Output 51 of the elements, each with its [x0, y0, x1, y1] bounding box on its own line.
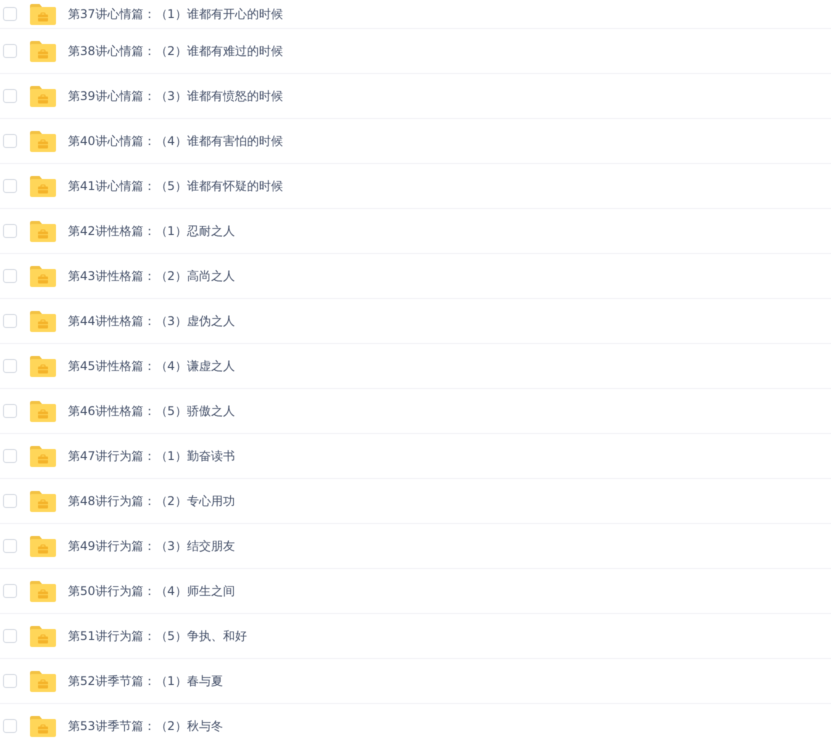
checkbox[interactable]	[3, 224, 17, 238]
folder-name[interactable]: 第41讲心情篇：（5）谁都有怀疑的时候	[68, 178, 283, 194]
folder-name[interactable]: 第49讲行为篇：（3）结交朋友	[68, 538, 235, 554]
folder-icon	[30, 626, 56, 646]
folder-icon	[30, 266, 56, 286]
folder-icon	[30, 670, 56, 692]
folder-icon	[30, 356, 56, 376]
checkbox[interactable]	[3, 404, 17, 418]
checkbox[interactable]	[3, 719, 17, 733]
folder-name[interactable]: 第43讲性格篇：（2）高尚之人	[68, 268, 235, 284]
checkbox[interactable]	[3, 7, 17, 21]
folder-icon	[30, 310, 56, 332]
folder-name[interactable]: 第50讲行为篇：（4）师生之间	[68, 583, 235, 599]
folder-name[interactable]: 第53讲季节篇：（2）秋与冬	[68, 718, 223, 734]
folder-icon	[30, 176, 56, 196]
folder-name[interactable]: 第37讲心情篇：（1）谁都有开心的时候	[68, 6, 283, 22]
folder-name[interactable]: 第44讲性格篇：（3）虚伪之人	[68, 313, 235, 329]
checkbox[interactable]	[3, 674, 17, 688]
folder-icon	[30, 536, 56, 556]
folder-name[interactable]: 第42讲性格篇：（1）忍耐之人	[68, 223, 235, 239]
checkbox[interactable]	[3, 179, 17, 193]
folder-icon	[30, 446, 56, 466]
checkbox[interactable]	[3, 89, 17, 103]
folder-icon	[30, 580, 56, 602]
checkbox[interactable]	[3, 449, 17, 463]
folder-name[interactable]: 第40讲心情篇：（4）谁都有害怕的时候	[68, 133, 283, 149]
checkbox[interactable]	[3, 359, 17, 373]
checkbox[interactable]	[3, 134, 17, 148]
folder-name[interactable]: 第51讲行为篇：（5）争执、和好	[68, 628, 247, 644]
folder-name[interactable]: 第45讲性格篇：（4）谦虚之人	[68, 358, 235, 374]
checkbox[interactable]	[3, 539, 17, 553]
checkbox[interactable]	[3, 494, 17, 508]
folder-name[interactable]: 第39讲心情篇：（3）谁都有愤怒的时候	[68, 88, 283, 104]
checkbox[interactable]	[3, 584, 17, 598]
folder-icon	[30, 4, 56, 24]
checkbox[interactable]	[3, 269, 17, 283]
folder-icon	[30, 40, 56, 62]
checkbox[interactable]	[3, 44, 17, 58]
folder-icon	[30, 400, 56, 422]
checkbox[interactable]	[3, 629, 17, 643]
folder-name[interactable]: 第46讲性格篇：（5）骄傲之人	[68, 403, 235, 419]
checkbox[interactable]	[3, 314, 17, 328]
folder-icon	[30, 130, 56, 152]
folder-icon	[30, 220, 56, 242]
folder-icon	[30, 86, 56, 106]
folder-name[interactable]: 第48讲行为篇：（2）专心用功	[68, 493, 235, 509]
folder-icon	[30, 716, 56, 736]
folder-icon	[30, 490, 56, 512]
folder-name[interactable]: 第38讲心情篇：（2）谁都有难过的时候	[68, 43, 283, 59]
folder-name[interactable]: 第47讲行为篇：（1）勤奋读书	[68, 448, 235, 464]
folder-name[interactable]: 第52讲季节篇：（1）春与夏	[68, 673, 223, 689]
